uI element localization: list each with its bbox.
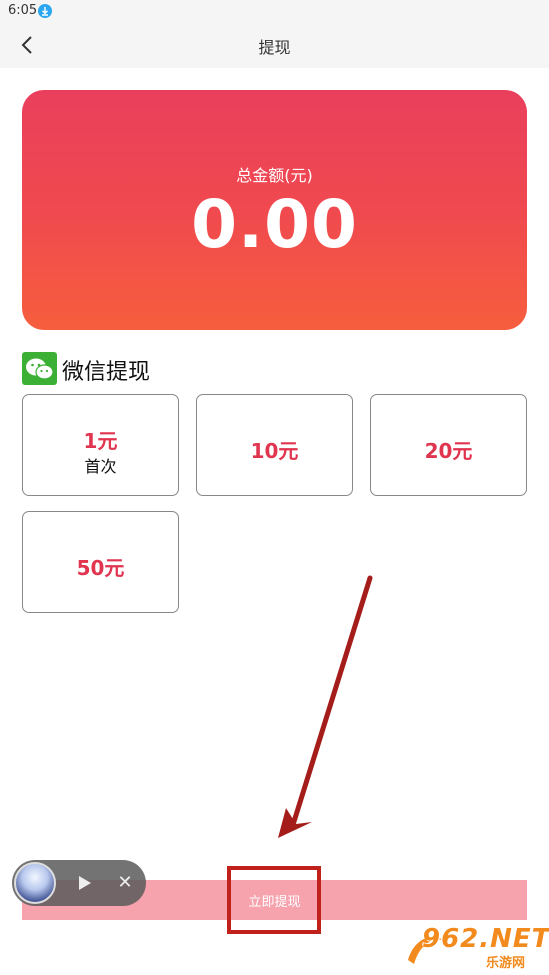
watermark-main-text: 962.NET [422,924,549,954]
section-title: 微信提现 [62,360,151,385]
status-bar: 6:05 [0,0,549,22]
nav-bar: 提现 [0,22,549,68]
amount-value: 1元 [83,429,118,453]
close-icon[interactable]: ✕ [112,870,138,896]
watermark-logo: 962.NET 乐游网 [404,924,549,971]
amount-option-50[interactable]: 50元 [22,511,179,613]
player-avatar[interactable] [14,862,56,904]
amount-value: 10元 [250,439,299,463]
amount-option-20[interactable]: 20元 [370,394,527,496]
amount-option-10[interactable]: 10元 [196,394,353,496]
amount-value: 20元 [424,439,473,463]
page-title: 提现 [258,38,291,57]
play-icon[interactable] [74,873,94,893]
balance-amount: 0.00 [191,186,358,263]
annotation-highlight-box [227,866,321,934]
balance-card: 总金额(元) 0.00 [22,90,527,330]
amount-note: 首次 [84,457,117,476]
floating-player: ✕ [12,860,146,906]
amount-option-1[interactable]: 1元 首次 [22,394,179,496]
balance-label: 总金额(元) [236,166,313,185]
wechat-icon [22,352,57,385]
download-icon [38,4,52,18]
amount-value: 50元 [76,556,125,580]
status-time: 6:05 [8,3,38,18]
wechat-withdraw-header: 微信提现 [22,352,322,386]
watermark-sub-text: 乐游网 [486,956,526,971]
